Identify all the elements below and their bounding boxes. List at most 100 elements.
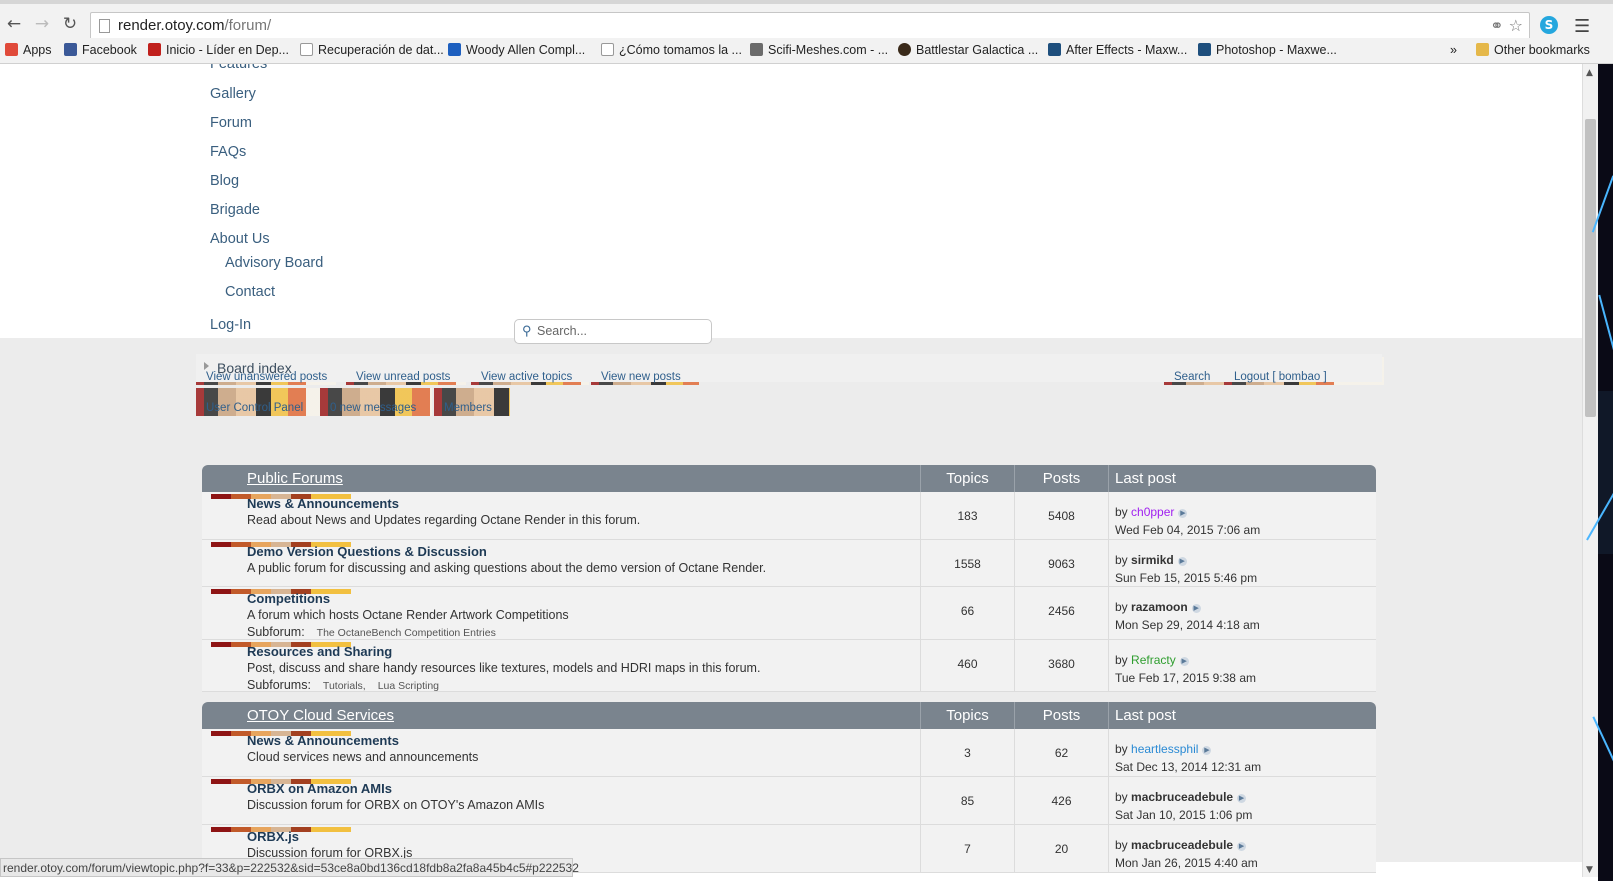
- col-posts: Posts: [1014, 465, 1108, 492]
- link-status-bar: render.otoy.com/forum/viewtopic.php?f=33…: [0, 858, 579, 877]
- folder-icon: [1476, 43, 1489, 56]
- menu-blog[interactable]: Blog: [210, 173, 239, 189]
- reload-icon[interactable]: ↻: [60, 14, 80, 34]
- bookmark-recuperacion[interactable]: Recuperación de dat...: [300, 43, 444, 57]
- forum-title[interactable]: Demo Version Questions & Discussion: [247, 544, 487, 559]
- forum-row: ORBX on Amazon AMIs Discussion forum for…: [202, 777, 1376, 825]
- forum-title[interactable]: Competitions: [247, 591, 330, 606]
- forum-description: Read about News and Updates regarding Oc…: [247, 513, 641, 527]
- bookmark-scifi-meshes[interactable]: Scifi-Meshes.com - ...: [750, 43, 888, 57]
- desktop-wallpaper-edge: [1586, 64, 1613, 881]
- subforum-link[interactable]: The OctaneBench Competition Entries: [317, 627, 496, 639]
- user-control-panel-link[interactable]: User Control Panel: [196, 388, 320, 416]
- col-topics: Topics: [920, 702, 1014, 729]
- view-latest-post-icon[interactable]: ▶: [1179, 657, 1189, 666]
- url-text: render.otoy.com/forum/: [118, 17, 272, 34]
- category-public-forums: Public Forums Topics Posts Last post New…: [202, 465, 1376, 692]
- menu-faqs[interactable]: FAQs: [210, 144, 246, 160]
- page-icon: [300, 43, 313, 56]
- forum-row: Demo Version Questions & Discussion A pu…: [202, 540, 1376, 587]
- bookmark-woody-allen[interactable]: Woody Allen Compl...: [448, 43, 585, 57]
- bookmark-after-effects[interactable]: After Effects - Maxw...: [1048, 43, 1187, 57]
- topics-count: 460: [957, 657, 978, 671]
- view-latest-post-icon[interactable]: ▶: [1202, 746, 1212, 755]
- subforum-link[interactable]: Tutorials,: [323, 680, 366, 692]
- forum-description: Discussion forum for ORBX on OTOY's Amaz…: [247, 798, 545, 812]
- last-post-time: Mon Sep 29, 2014 4:18 am: [1115, 618, 1260, 632]
- forum-title[interactable]: Resources and Sharing: [247, 644, 392, 659]
- scifi-icon: [750, 43, 763, 56]
- address-bar[interactable]: render.otoy.com/forum/ ⚭ ☆: [90, 12, 1530, 40]
- key-icon[interactable]: ⚭: [1490, 16, 1503, 35]
- page-icon: [601, 43, 614, 56]
- scroll-down-arrow-icon[interactable]: ▼: [1586, 865, 1593, 875]
- hamburger-menu-icon[interactable]: ☰: [1574, 16, 1590, 37]
- forum-description: Cloud services news and announcements: [247, 750, 479, 764]
- view-latest-post-icon[interactable]: ▶: [1191, 604, 1201, 613]
- subforums: Subforums: Tutorials, Lua Scripting: [247, 678, 440, 692]
- facebook-icon: [64, 43, 77, 56]
- forum-title[interactable]: News & Announcements: [247, 733, 399, 748]
- col-last-post: Last post: [1108, 465, 1376, 492]
- back-arrow-icon[interactable]: ←: [4, 14, 24, 34]
- last-post-author[interactable]: Refracty: [1131, 653, 1176, 667]
- menu-contact[interactable]: Contact: [225, 284, 275, 300]
- col-posts: Posts: [1014, 702, 1108, 729]
- posts-count: 5408: [1048, 509, 1075, 523]
- scroll-up-arrow-icon[interactable]: ▲: [1586, 68, 1593, 78]
- menu-features[interactable]: Features: [210, 64, 267, 72]
- category-title[interactable]: Public Forums: [247, 470, 343, 487]
- bookmark-lider[interactable]: Inicio - Líder en Dep...: [148, 43, 289, 57]
- menu-gallery[interactable]: Gallery: [210, 86, 256, 102]
- battlestar-icon: [898, 43, 911, 56]
- bookmark-como-tomamos[interactable]: ¿Cómo tomamos la ...: [601, 43, 742, 57]
- last-post-author[interactable]: macbruceadebule: [1131, 838, 1233, 852]
- forum-search-input[interactable]: ⚲ Search...: [514, 319, 712, 344]
- col-last-post: Last post: [1108, 702, 1376, 729]
- topics-count: 1558: [954, 557, 981, 571]
- menu-advisory-board[interactable]: Advisory Board: [225, 255, 323, 271]
- menu-forum[interactable]: Forum: [210, 115, 252, 131]
- bookmark-other[interactable]: Other bookmarks: [1476, 43, 1590, 57]
- posts-count: 3680: [1048, 657, 1075, 671]
- forum-title[interactable]: ORBX on Amazon AMIs: [247, 781, 392, 796]
- last-post-author[interactable]: macbruceadebule: [1131, 790, 1233, 804]
- subforums: Subforum: The OctaneBench Competition Ent…: [247, 625, 496, 639]
- bookmark-battlestar[interactable]: Battlestar Galactica ...: [898, 43, 1038, 57]
- last-post-author[interactable]: ch0pper: [1131, 505, 1174, 519]
- view-latest-post-icon[interactable]: ▶: [1177, 557, 1187, 566]
- scroll-thumb[interactable]: [1585, 119, 1596, 417]
- menu-log-in[interactable]: Log-In: [210, 317, 251, 333]
- last-post-author[interactable]: sirmikd: [1131, 553, 1174, 567]
- subforum-link[interactable]: Lua Scripting: [378, 680, 439, 692]
- forward-arrow-icon[interactable]: →: [32, 14, 52, 34]
- category-otoy-cloud-services: OTOY Cloud Services Topics Posts Last po…: [202, 702, 1376, 873]
- topics-count: 66: [960, 604, 975, 618]
- forum-title[interactable]: News & Announcements: [247, 496, 399, 511]
- skype-extension-icon[interactable]: S: [1540, 16, 1558, 34]
- view-latest-post-icon[interactable]: ▶: [1178, 509, 1188, 518]
- forum-row: Competitions A forum which hosts Octane …: [202, 587, 1376, 640]
- magnifier-icon: ⚲: [522, 323, 532, 338]
- last-post-author[interactable]: razamoon: [1131, 600, 1188, 614]
- forum-description: Post, discuss and share handy resources …: [247, 661, 761, 675]
- bookmark-photoshop[interactable]: Photoshop - Maxwe...: [1198, 43, 1337, 57]
- page-scrollbar[interactable]: ▲ ▼: [1582, 64, 1598, 877]
- category-header: OTOY Cloud Services Topics Posts Last po…: [202, 702, 1376, 729]
- last-post-author[interactable]: heartlessphil: [1131, 742, 1198, 756]
- forum-description: A forum which hosts Octane Render Artwor…: [247, 608, 569, 622]
- bookmark-apps[interactable]: Apps: [5, 43, 52, 57]
- last-post-time: Sun Feb 15, 2015 5:46 pm: [1115, 571, 1258, 585]
- forum-row: Resources and Sharing Post, discuss and …: [202, 640, 1376, 692]
- menu-brigade[interactable]: Brigade: [210, 202, 260, 218]
- view-latest-post-icon[interactable]: ▶: [1237, 842, 1247, 851]
- category-title[interactable]: OTOY Cloud Services: [247, 707, 394, 724]
- new-messages-link[interactable]: 0 new messages: [320, 388, 432, 416]
- members-link[interactable]: Members: [434, 388, 510, 416]
- star-icon[interactable]: ☆: [1509, 16, 1523, 35]
- forum-title[interactable]: ORBX.js: [247, 829, 299, 844]
- view-latest-post-icon[interactable]: ▶: [1237, 794, 1247, 803]
- menu-about-us[interactable]: About Us: [210, 231, 270, 247]
- bookmarks-overflow-chevron[interactable]: »: [1450, 43, 1457, 57]
- bookmark-facebook[interactable]: Facebook: [64, 43, 137, 57]
